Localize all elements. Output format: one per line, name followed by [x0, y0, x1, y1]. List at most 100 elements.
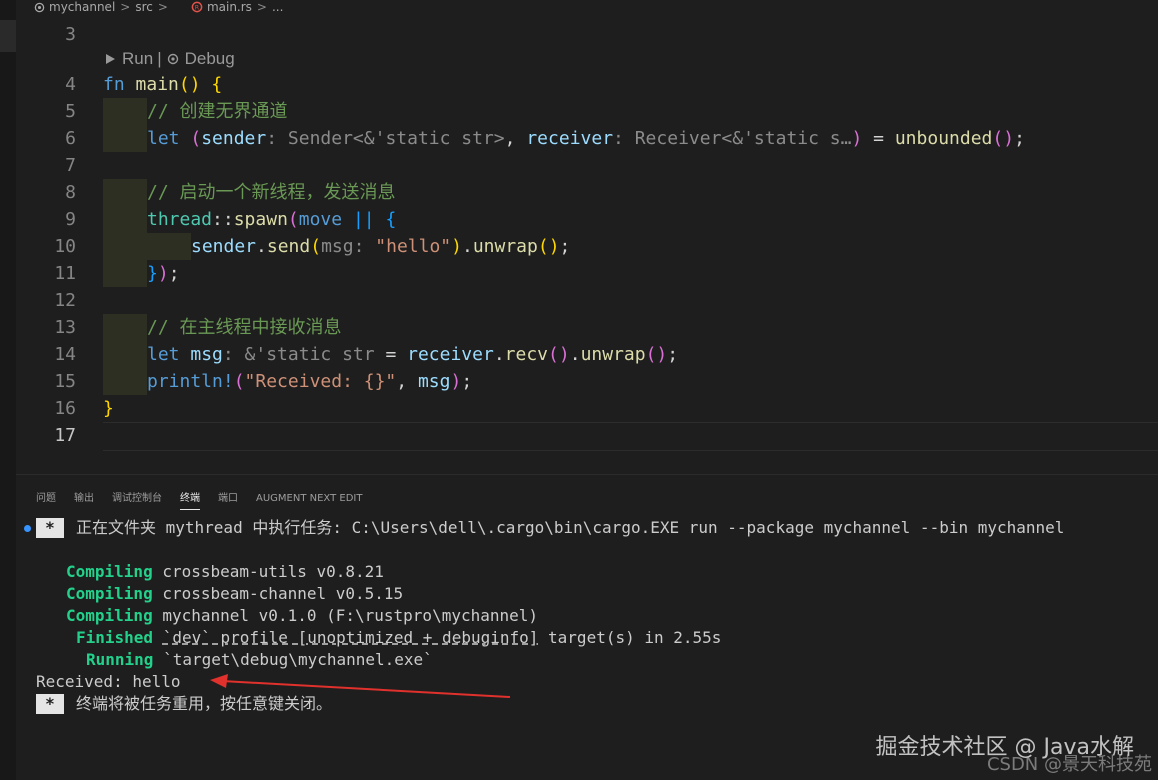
token: println!: [147, 371, 234, 392]
line-number: 5: [65, 101, 76, 122]
token: "Received: {}": [244, 371, 397, 392]
code-line-5: // 创建无界通道: [147, 101, 288, 122]
terminal[interactable]: * 正在文件夹 mythread 中执行任务: C:\Users\dell\.ca…: [16, 475, 1158, 780]
code-line-11: });: [147, 260, 180, 287]
token: sender: [191, 236, 257, 257]
codelens-debug[interactable]: Debug: [166, 47, 235, 71]
code-line-10: sender.send(msg: "hello").unwrap();: [191, 233, 570, 260]
folder-target-icon: [34, 2, 45, 12]
token: (): [537, 236, 560, 257]
token: =: [385, 344, 397, 365]
codelens-run[interactable]: Run: [103, 47, 153, 71]
breadcrumb: mychannel > src > R main.rs > ...: [16, 0, 1158, 14]
codelens-debug-label: Debug: [184, 49, 235, 68]
token: ;: [168, 263, 180, 284]
token: .: [256, 236, 267, 257]
code-line-13: // 在主线程中接收消息: [147, 317, 342, 338]
breadcrumb-item-src[interactable]: src: [135, 1, 153, 13]
token: =: [873, 128, 884, 149]
rust-file-icon: R: [191, 1, 203, 13]
inlay-hint: msg:: [321, 236, 365, 257]
token: (: [190, 128, 202, 149]
codelens-separator: |: [157, 49, 162, 68]
token: (: [287, 209, 299, 230]
token: main: [135, 74, 179, 95]
token: move: [298, 209, 343, 230]
line-number: 3: [65, 24, 76, 45]
token: ): [851, 128, 863, 149]
code-line-8: // 启动一个新线程，发送消息: [147, 182, 396, 203]
codelens-run-label: Run: [122, 49, 154, 68]
watermark-secondary: CSDN @景天科技苑: [986, 754, 1152, 775]
token: ;: [1014, 128, 1025, 149]
activity-strip: [0, 0, 16, 780]
breadcrumb-separator: >: [120, 0, 131, 14]
line-number: 8: [65, 182, 76, 203]
token: }: [147, 263, 158, 284]
line-number: 15: [54, 371, 76, 392]
token: send: [266, 236, 311, 257]
line-number: 13: [54, 317, 76, 338]
line-number: 17: [54, 425, 76, 446]
token: "hello": [375, 236, 452, 257]
token: receiver: [526, 128, 614, 149]
token: let: [147, 128, 180, 149]
token: ): [157, 263, 169, 284]
token: (): [992, 128, 1015, 149]
token: recv: [504, 344, 549, 365]
code-editor[interactable]: 3 4 5 6 7 8 9 10 11 12 13 14 15 16 17 Ru…: [16, 14, 1158, 474]
token: ||: [352, 209, 375, 230]
bottom-panel: 问题 输出 调试控制台 终端 端口 AUGMENT NEXT EDIT * 正在文…: [16, 474, 1158, 780]
token: .: [493, 344, 505, 365]
code-line-9: thread::spawn(move || {: [147, 206, 396, 233]
token: .: [569, 344, 581, 365]
line-number: 7: [65, 155, 76, 176]
inlay-hint: : Receiver<&'static s…: [613, 128, 852, 149]
line-number: 6: [65, 128, 76, 149]
token: (: [233, 371, 245, 392]
gear-icon: [167, 53, 178, 65]
code-line-6: let (sender: Sender<&'static str>, recei…: [147, 125, 1025, 152]
current-line-highlight: [103, 422, 1158, 451]
svg-text:R: R: [195, 4, 199, 11]
token: receiver: [407, 344, 494, 365]
line-number: 14: [54, 344, 76, 365]
breadcrumb-item-main-rs[interactable]: R main.rs: [173, 1, 252, 13]
token: sender: [201, 128, 267, 149]
token: .: [461, 236, 473, 257]
code-line-15: println!("Received: {}", msg);: [147, 368, 472, 395]
breadcrumb-separator: >: [256, 0, 267, 14]
line-number: 11: [54, 263, 76, 284]
token: msg: [190, 344, 223, 365]
breadcrumb-separator: >: [157, 0, 168, 14]
line-number: 10: [54, 236, 76, 257]
breadcrumb-label: ...: [271, 0, 284, 14]
breadcrumb-item-mychannel[interactable]: mychannel: [16, 1, 115, 13]
indent-guide: [103, 314, 147, 395]
codelens: Run | Debug: [103, 47, 235, 71]
token: ,: [396, 371, 408, 392]
token: ::: [212, 209, 234, 230]
token: thread: [147, 209, 213, 230]
token: unwrap: [472, 236, 538, 257]
line-number: 9: [65, 209, 76, 230]
line-number: 12: [54, 290, 76, 311]
token: ;: [667, 344, 679, 365]
inlay-hint: : &'static str: [222, 344, 375, 365]
breadcrumb-item-more[interactable]: ...: [272, 1, 283, 13]
token: unwrap: [580, 344, 646, 365]
token: (): [178, 74, 201, 95]
breadcrumb-label: main.rs: [206, 0, 252, 14]
token: ): [450, 371, 462, 392]
token: {: [211, 74, 223, 95]
token: (: [310, 236, 322, 257]
token: (): [645, 344, 668, 365]
token: ;: [461, 371, 473, 392]
breadcrumb-label: mychannel: [49, 0, 116, 14]
token: (): [548, 344, 570, 365]
token: ,: [504, 128, 516, 149]
token: spawn: [233, 209, 288, 230]
indent-guide: [103, 98, 147, 152]
token: msg: [417, 371, 451, 392]
code-line-14: let msg: &'static str = receiver.recv().…: [147, 341, 678, 368]
